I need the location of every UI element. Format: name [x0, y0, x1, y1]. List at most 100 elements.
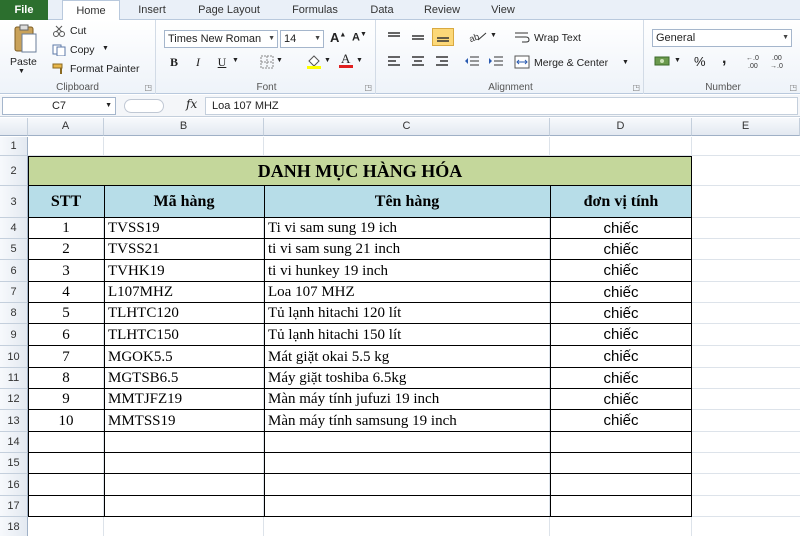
- row-header-1[interactable]: 1: [0, 137, 28, 156]
- font-color-icon[interactable]: A: [338, 51, 354, 72]
- increase-indent-icon[interactable]: [488, 55, 504, 72]
- select-all-corner[interactable]: [0, 118, 28, 136]
- name-box[interactable]: C7 ▼: [2, 97, 116, 115]
- table-cell[interactable]: L107MHZ: [104, 282, 264, 303]
- merge-center-chevron-down-icon[interactable]: ▼: [622, 59, 629, 66]
- align-left-icon[interactable]: [386, 55, 402, 72]
- table-cell[interactable]: MMTSS19: [104, 410, 264, 432]
- table-cell[interactable]: chiếc: [550, 346, 692, 368]
- wrap-text-button[interactable]: Wrap Text: [534, 32, 581, 44]
- bold-button[interactable]: B: [164, 53, 184, 71]
- decrease-decimal-icon[interactable]: .00 →.0: [770, 53, 790, 72]
- table-cell[interactable]: chiếc: [550, 260, 692, 282]
- table-header-cell[interactable]: đơn vị tính: [550, 186, 692, 218]
- table-cell[interactable]: 8: [28, 368, 104, 389]
- underline-button[interactable]: U: [212, 53, 232, 71]
- table-cell[interactable]: Tủ lạnh hitachi 150 lít: [264, 324, 550, 346]
- row-header-3[interactable]: 3: [0, 186, 28, 218]
- fill-color-chevron-down-icon[interactable]: ▼: [324, 57, 331, 64]
- row-header-17[interactable]: 17: [0, 496, 28, 517]
- font-size-select[interactable]: 14 ▼: [280, 30, 324, 48]
- table-cell[interactable]: MGOK5.5: [104, 346, 264, 368]
- table-cell[interactable]: chiếc: [550, 410, 692, 432]
- tab-home[interactable]: Home: [62, 0, 120, 21]
- align-middle-icon[interactable]: [410, 30, 426, 47]
- align-bottom-icon[interactable]: [432, 28, 454, 46]
- percent-style-button[interactable]: %: [694, 54, 706, 69]
- italic-button[interactable]: I: [188, 53, 208, 71]
- increase-font-size-icon[interactable]: A▲: [330, 30, 346, 45]
- accounting-format-chevron-down-icon[interactable]: ▼: [674, 57, 681, 64]
- row-header-7[interactable]: 7: [0, 282, 28, 303]
- row-header-16[interactable]: 16: [0, 474, 28, 496]
- table-cell[interactable]: TVSS21: [104, 239, 264, 260]
- decrease-font-size-icon[interactable]: A▼: [352, 31, 367, 44]
- name-box-chevron-down-icon[interactable]: ▼: [105, 98, 112, 114]
- copy-button[interactable]: Copy: [70, 44, 95, 56]
- table-cell[interactable]: Mát giặt okai 5.5 kg: [264, 346, 550, 368]
- table-cell[interactable]: chiếc: [550, 368, 692, 389]
- table-header-cell[interactable]: Tên hàng: [264, 186, 550, 218]
- copy-icon[interactable]: [52, 44, 66, 59]
- table-cell[interactable]: 4: [28, 282, 104, 303]
- row-header-15[interactable]: 15: [0, 453, 28, 474]
- row-header-13[interactable]: 13: [0, 410, 28, 432]
- borders-chevron-down-icon[interactable]: ▼: [276, 57, 283, 64]
- table-cell[interactable]: chiếc: [550, 282, 692, 303]
- tab-insert[interactable]: Insert: [126, 0, 178, 20]
- table-header-cell[interactable]: Mã hàng: [104, 186, 264, 218]
- table-cell[interactable]: TVHK19: [104, 260, 264, 282]
- cut-button[interactable]: Cut: [70, 25, 86, 37]
- orientation-chevron-down-icon[interactable]: ▼: [490, 32, 497, 39]
- table-header-cell[interactable]: STT: [28, 186, 104, 218]
- font-name-select[interactable]: Times New Roman ▼: [164, 30, 278, 48]
- column-header-e[interactable]: E: [692, 118, 800, 136]
- row-header-10[interactable]: 10: [0, 346, 28, 368]
- row-header-4[interactable]: 4: [0, 218, 28, 239]
- merge-center-icon[interactable]: [514, 55, 530, 72]
- row-header-11[interactable]: 11: [0, 368, 28, 389]
- paste-button[interactable]: Paste: [10, 56, 37, 68]
- insert-function-icon[interactable]: fx: [186, 97, 197, 111]
- table-cell[interactable]: Loa 107 MHZ: [264, 282, 550, 303]
- table-cell[interactable]: TLHTC120: [104, 303, 264, 324]
- table-cell[interactable]: TVSS19: [104, 218, 264, 239]
- table-cell[interactable]: 10: [28, 410, 104, 432]
- decrease-indent-icon[interactable]: [464, 55, 480, 72]
- table-cell[interactable]: MGTSB6.5: [104, 368, 264, 389]
- increase-decimal-icon[interactable]: ←.0.00: [746, 53, 766, 72]
- table-title[interactable]: DANH MỤC HÀNG HÓA: [28, 156, 692, 186]
- row-header-6[interactable]: 6: [0, 260, 28, 282]
- align-center-icon[interactable]: [410, 55, 426, 72]
- number-format-select[interactable]: General ▼: [652, 29, 792, 47]
- row-header-5[interactable]: 5: [0, 239, 28, 260]
- tab-file[interactable]: File: [0, 0, 48, 20]
- table-cell[interactable]: chiếc: [550, 218, 692, 239]
- tab-view[interactable]: View: [480, 0, 526, 20]
- table-cell[interactable]: 9: [28, 389, 104, 410]
- wrap-text-icon[interactable]: [514, 30, 530, 47]
- table-cell[interactable]: 1: [28, 218, 104, 239]
- number-launcher-icon[interactable]: ◳: [789, 83, 797, 92]
- align-right-icon[interactable]: [434, 55, 450, 72]
- accounting-format-icon[interactable]: [654, 54, 672, 71]
- merge-center-button[interactable]: Merge & Center: [534, 57, 608, 69]
- column-header-b[interactable]: B: [104, 118, 264, 136]
- cut-icon[interactable]: [52, 25, 66, 40]
- format-painter-icon[interactable]: [52, 63, 66, 78]
- column-header-a[interactable]: A: [28, 118, 104, 136]
- table-cell[interactable]: Màn máy tính jufuzi 19 inch: [264, 389, 550, 410]
- column-header-c[interactable]: C: [264, 118, 550, 136]
- table-cell[interactable]: 2: [28, 239, 104, 260]
- row-header-8[interactable]: 8: [0, 303, 28, 324]
- tab-formulas[interactable]: Formulas: [282, 0, 348, 20]
- copy-chevron-down-icon[interactable]: ▼: [102, 45, 109, 52]
- row-header-14[interactable]: 14: [0, 432, 28, 453]
- table-cell[interactable]: 3: [28, 260, 104, 282]
- formula-bar-splitter-icon[interactable]: [124, 99, 164, 113]
- tab-page-layout[interactable]: Page Layout: [188, 0, 270, 20]
- table-cell[interactable]: chiếc: [550, 389, 692, 410]
- format-painter-button[interactable]: Format Painter: [70, 63, 139, 75]
- font-launcher-icon[interactable]: ◳: [364, 83, 372, 92]
- table-cell[interactable]: Màn máy tính samsung 19 inch: [264, 410, 550, 432]
